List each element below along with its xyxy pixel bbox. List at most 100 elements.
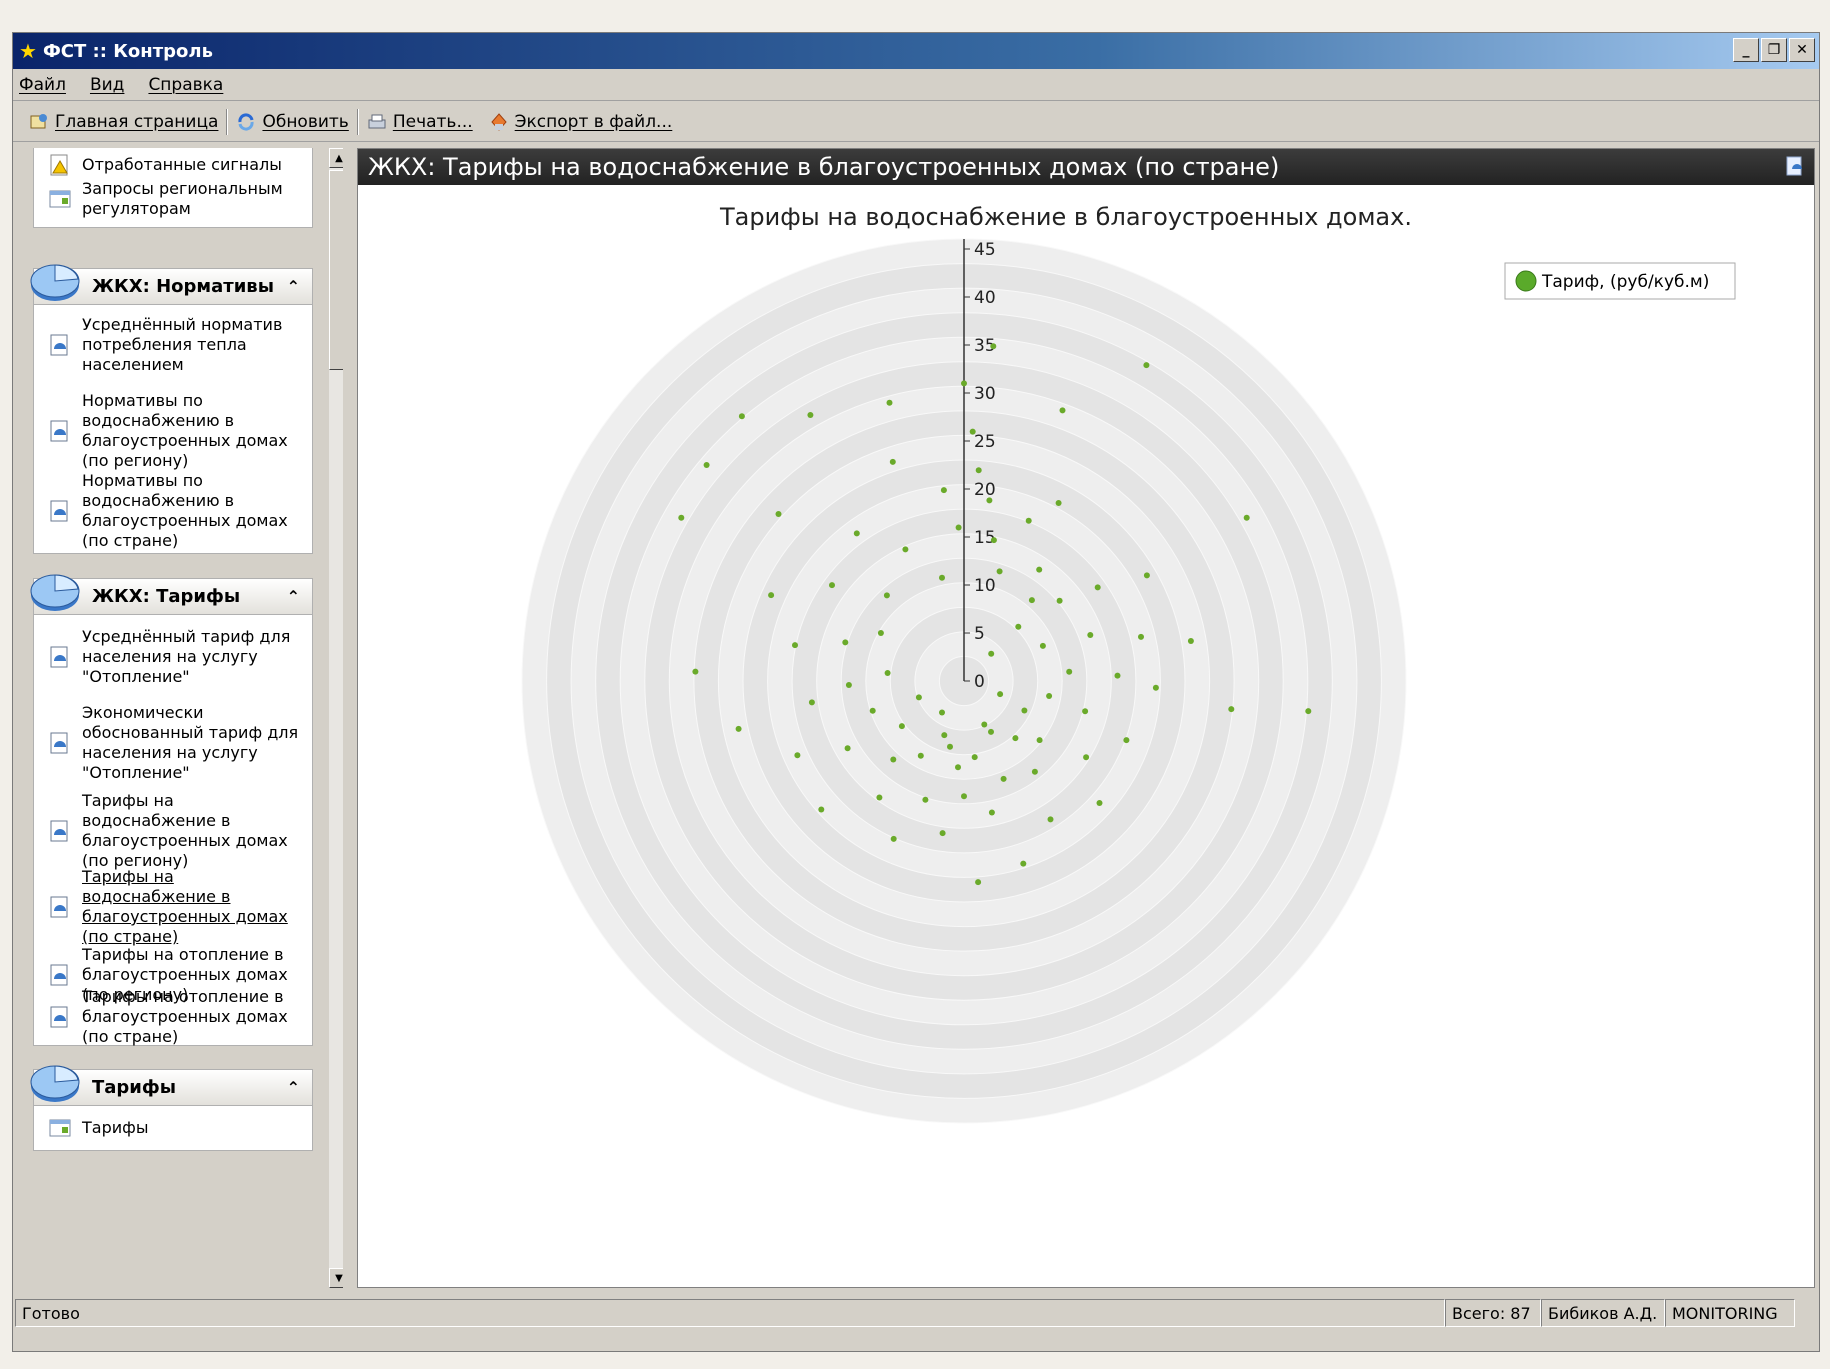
scatter-point xyxy=(902,546,909,553)
scatter-point xyxy=(844,745,851,752)
menu-file[interactable]: Файл xyxy=(19,75,66,95)
sidebar-panel-tariffs-housing: Усреднённый тариф для населения на услуг… xyxy=(33,614,313,1046)
sidebar-scrollbar[interactable]: ▲ ▼ xyxy=(329,148,343,1288)
scatter-point xyxy=(1028,597,1035,604)
sidebar-item-water-region[interactable]: Тарифы на водоснабжение в благоустроенны… xyxy=(34,791,312,871)
radial-tick-label: 25 xyxy=(974,432,996,452)
group-header-tariffs[interactable]: Тарифы ⌃ xyxy=(30,1065,313,1105)
scatter-point xyxy=(1000,775,1007,782)
sidebar-item-regional-requests[interactable]: Запросы региональным регуляторам xyxy=(34,179,312,219)
legend-label: Тариф, (руб/куб.м) xyxy=(1541,272,1709,292)
report-title: ЖКХ: Тарифы на водоснабжение в благоустр… xyxy=(368,153,1280,181)
scatter-point xyxy=(1114,672,1121,679)
scatter-point xyxy=(1021,707,1028,714)
legend-marker xyxy=(1515,270,1537,292)
scatter-point xyxy=(877,630,884,636)
scatter-point xyxy=(939,574,945,581)
scatter-point xyxy=(1046,693,1053,699)
scatter-point xyxy=(996,568,1003,575)
scatter-point xyxy=(842,639,849,646)
scatter-point xyxy=(1056,597,1063,604)
scatter-point xyxy=(971,754,978,761)
scatter-point xyxy=(1305,708,1312,715)
status-bar: Готово Всего: 87 Бибиков А.Д. MONITORING xyxy=(13,1295,1819,1331)
scatter-point xyxy=(988,650,995,657)
scatter-point xyxy=(890,756,897,763)
scatter-point xyxy=(986,497,993,504)
title-bar: ★ ФСТ :: Контроль _ ❐ ✕ xyxy=(13,33,1819,69)
chart-doc-icon xyxy=(50,896,68,918)
sidebar-item-water-norm-region[interactable]: Нормативы по водоснабжению в благоустрое… xyxy=(34,391,312,471)
export-doc-icon[interactable] xyxy=(1784,155,1806,177)
scatter-point xyxy=(997,691,1004,698)
sidebar-item-heating-econ[interactable]: Экономически обоснованный тариф для насе… xyxy=(34,703,312,783)
scatter-point xyxy=(975,879,982,886)
collapse-chevron-icon[interactable]: ⌃ xyxy=(287,277,300,296)
scatter-point xyxy=(807,412,814,418)
radial-tick-label: 30 xyxy=(974,384,996,404)
print-button[interactable]: Печать... xyxy=(359,106,481,138)
sidebar-item-heat-country[interactable]: Тарифы на отопление в благоустроенных до… xyxy=(34,987,312,1047)
sidebar-item-water-country[interactable]: Тарифы на водоснабжение в благоустроенны… xyxy=(34,867,312,947)
scatter-point xyxy=(1082,708,1089,715)
scroll-thumb[interactable] xyxy=(329,170,343,370)
home-button[interactable]: Главная страница xyxy=(21,106,226,138)
sidebar-item-heating-avg[interactable]: Усреднённый тариф для населения на услуг… xyxy=(34,627,312,687)
sidebar-item-heat-norm[interactable]: Усреднённый норматив потребления тепла н… xyxy=(34,315,312,375)
sidebar-item-water-norm-country[interactable]: Нормативы по водоснабжению в благоустрое… xyxy=(34,471,312,551)
window-title: ФСТ :: Контроль xyxy=(42,40,213,62)
export-button[interactable]: Экспорт в файл... xyxy=(481,106,681,138)
window-doc-icon xyxy=(49,190,71,208)
app-star-icon: ★ xyxy=(19,39,37,63)
scatter-point xyxy=(869,707,876,714)
polar-chart: Тарифы на водоснабжение в благоустроенны… xyxy=(521,203,1736,1124)
minimize-button[interactable]: _ xyxy=(1733,38,1759,62)
close-button[interactable]: ✕ xyxy=(1789,38,1815,62)
scatter-point xyxy=(794,752,801,759)
scatter-point xyxy=(981,721,988,728)
scatter-point xyxy=(1243,514,1250,521)
printer-icon xyxy=(367,112,387,132)
pie-chart-icon xyxy=(30,1065,80,1102)
scatter-point xyxy=(922,796,929,803)
sidebar-item-tariffs[interactable]: Тарифы xyxy=(34,1116,312,1140)
scatter-point xyxy=(969,428,976,435)
sidebar-item-processed-signals[interactable]: Отработанные сигналы xyxy=(34,153,312,177)
scatter-point xyxy=(876,794,883,801)
scatter-point xyxy=(1123,737,1130,744)
scatter-point xyxy=(1031,768,1038,775)
scroll-down-arrow[interactable]: ▼ xyxy=(329,1268,343,1288)
splitter[interactable] xyxy=(349,148,357,1288)
scatter-point xyxy=(1152,684,1159,691)
scatter-point xyxy=(1047,816,1054,823)
group-header-tariffs-housing[interactable]: ЖКХ: Тарифы ⌃ xyxy=(30,574,313,614)
maximize-button[interactable]: ❐ xyxy=(1761,38,1787,62)
scatter-point xyxy=(775,511,782,517)
scatter-point xyxy=(955,764,961,771)
pie-chart-icon xyxy=(30,574,80,611)
group-header-norms[interactable]: ЖКХ: Нормативы ⌃ xyxy=(30,264,313,304)
chart-doc-icon xyxy=(50,1006,68,1028)
scatter-point xyxy=(1143,362,1150,369)
chart-doc-icon xyxy=(50,964,68,986)
scatter-point xyxy=(853,530,860,537)
status-user: Бибиков А.Д. xyxy=(1541,1299,1665,1327)
scatter-point xyxy=(890,835,897,842)
scatter-point xyxy=(808,699,815,706)
scatter-point xyxy=(915,694,922,701)
menu-help[interactable]: Справка xyxy=(148,75,223,95)
scatter-point xyxy=(988,728,994,735)
report-header: ЖКХ: Тарифы на водоснабжение в благоустр… xyxy=(358,149,1814,185)
scatter-point xyxy=(1039,642,1046,649)
refresh-button[interactable]: Обновить xyxy=(228,106,356,138)
pie-chart-icon xyxy=(30,264,80,301)
chart-doc-icon xyxy=(50,420,68,442)
collapse-chevron-icon[interactable]: ⌃ xyxy=(287,587,300,606)
collapse-chevron-icon[interactable]: ⌃ xyxy=(287,1078,300,1097)
scatter-point xyxy=(845,682,852,688)
scatter-point xyxy=(1025,517,1032,524)
scroll-up-arrow[interactable]: ▲ xyxy=(329,148,343,168)
status-mode: MONITORING xyxy=(1665,1299,1795,1327)
scatter-point xyxy=(1036,737,1043,744)
menu-view[interactable]: Вид xyxy=(90,75,124,95)
